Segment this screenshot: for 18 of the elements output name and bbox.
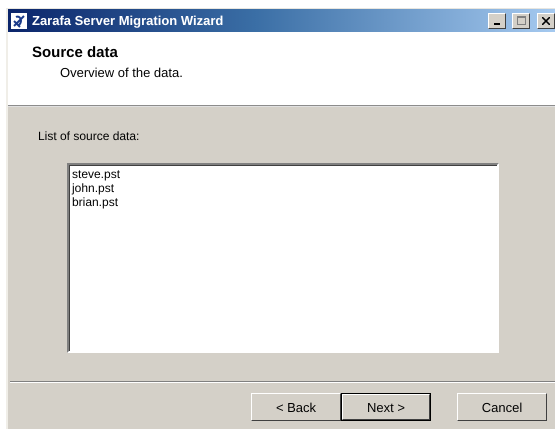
minimize-icon <box>494 22 500 24</box>
window-title: Zarafa Server Migration Wizard <box>32 13 224 28</box>
maximize-button[interactable] <box>512 12 530 28</box>
source-list[interactable]: steve.pst john.pst brian.pst <box>67 163 499 353</box>
close-button[interactable] <box>537 12 555 28</box>
minimize-button[interactable] <box>488 12 506 28</box>
page-subtitle: Overview of the data. <box>60 65 184 80</box>
page-title: Source data <box>32 44 119 61</box>
list-item[interactable]: brian.pst <box>72 195 494 209</box>
wizard-button[interactable]: Next > <box>341 393 431 421</box>
app-logo-icon <box>11 12 27 28</box>
list-item[interactable]: steve.pst <box>72 167 494 181</box>
list-item[interactable]: john.pst <box>72 181 494 195</box>
maximize-icon <box>516 16 526 25</box>
close-icon <box>542 16 550 24</box>
wizard-button[interactable]: < Back <box>251 393 341 421</box>
list-label: List of source data: <box>38 129 140 143</box>
wizard-button[interactable]: Cancel <box>457 393 547 421</box>
